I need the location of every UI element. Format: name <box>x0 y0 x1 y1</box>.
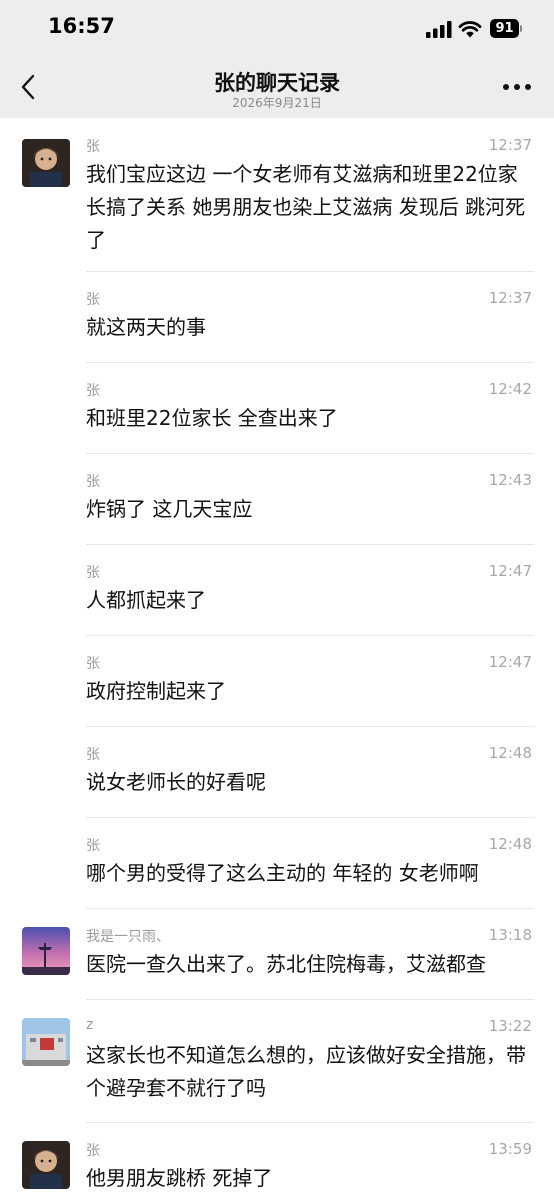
message-sender: 张 <box>86 139 100 155</box>
message-sender: z <box>86 1017 94 1033</box>
message-text: 这家长也不知道怎么想的，应该做好安全措施，带个避孕套不就行了吗 <box>86 1043 526 1100</box>
battery-tip <box>520 25 522 32</box>
list-item: 张 12:37 就这两天的事 <box>0 272 554 363</box>
message-sender: 张 <box>86 747 100 763</box>
message-text: 说女老师长的好看呢 <box>86 770 266 794</box>
message-time: 12:37 <box>488 289 532 307</box>
list-item: 张 12:42 和班里22位家长 全查出来了 <box>0 363 554 454</box>
message-text: 和班里22位家长 全查出来了 <box>86 406 338 430</box>
message-text: 就这两天的事 <box>86 315 206 339</box>
message-time: 12:47 <box>488 653 532 671</box>
message-sender: 张 <box>86 656 100 672</box>
message-time: 12:48 <box>488 744 532 762</box>
message-time: 13:18 <box>488 926 532 944</box>
more-options-icon[interactable] <box>500 84 534 92</box>
page-subtitle: 2026年9月21日 <box>232 96 322 110</box>
list-item: 张 12:48 哪个男的受得了这么主动的 年轻的 女老师啊 <box>0 818 554 909</box>
avatar-zhang-icon[interactable] <box>22 139 70 187</box>
avatar-building-icon[interactable] <box>22 1018 70 1066</box>
battery-level: 91 <box>495 21 514 36</box>
message-time: 12:47 <box>488 562 532 580</box>
message-text: 人都抓起来了 <box>86 588 206 612</box>
message-sender: 张 <box>86 383 100 399</box>
message-text: 我们宝应这边 一个女老师有艾滋病和班里22位家长搞了关系 她男朋友也染上艾滋病 … <box>86 162 526 252</box>
message-time: 13:59 <box>488 1140 532 1158</box>
message-time: 13:22 <box>488 1017 532 1035</box>
battery-indicator: 91 <box>490 19 522 38</box>
message-sender: 张 <box>86 838 100 854</box>
avatar-zhang-icon[interactable] <box>22 1141 70 1189</box>
message-text: 医院一查久出来了。苏北住院梅毒，艾滋都查 <box>86 952 486 976</box>
list-item: 张 13:59 他男朋友跳桥 死掉了 <box>0 1123 554 1199</box>
list-item: 张 12:48 说女老师长的好看呢 <box>0 727 554 818</box>
message-sender: 我是一只雨、 <box>86 929 170 945</box>
list-item: 张 12:37 我们宝应这边 一个女老师有艾滋病和班里22位家长搞了关系 她男朋… <box>0 118 554 272</box>
list-item: 张 12:47 政府控制起来了 <box>0 636 554 727</box>
message-sender: 张 <box>86 292 100 308</box>
list-item: 我是一只雨、 13:18 医院一查久出来了。苏北住院梅毒，艾滋都查 <box>0 909 554 1000</box>
cellular-signal-icon <box>426 21 452 38</box>
message-sender: 张 <box>86 565 100 581</box>
page-title: 张的聊天记录 <box>214 71 340 95</box>
list-item: z 13:22 这家长也不知道怎么想的，应该做好安全措施，带个避孕套不就行了吗 <box>0 1000 554 1123</box>
message-sender: 张 <box>86 474 100 490</box>
message-list[interactable]: 张 12:37 我们宝应这边 一个女老师有艾滋病和班里22位家长搞了关系 她男朋… <box>0 118 554 1199</box>
avatar-sunset-icon[interactable] <box>22 927 70 975</box>
message-text: 他男朋友跳桥 死掉了 <box>86 1166 273 1190</box>
list-item: 张 12:43 炸锅了 这几天宝应 <box>0 454 554 545</box>
list-item: 张 12:47 人都抓起来了 <box>0 545 554 636</box>
message-time: 12:42 <box>488 380 532 398</box>
wifi-icon <box>458 21 482 38</box>
message-text: 政府控制起来了 <box>86 679 226 703</box>
message-time: 12:43 <box>488 471 532 489</box>
message-time: 12:37 <box>488 136 532 154</box>
message-time: 12:48 <box>488 835 532 853</box>
message-sender: 张 <box>86 1143 100 1159</box>
top-bar: 16:57 91 张的聊天记录 2026年9月21日 <box>0 0 554 118</box>
status-time: 16:57 <box>48 14 115 38</box>
message-text: 哪个男的受得了这么主动的 年轻的 女老师啊 <box>86 861 479 885</box>
message-text: 炸锅了 这几天宝应 <box>86 497 253 521</box>
